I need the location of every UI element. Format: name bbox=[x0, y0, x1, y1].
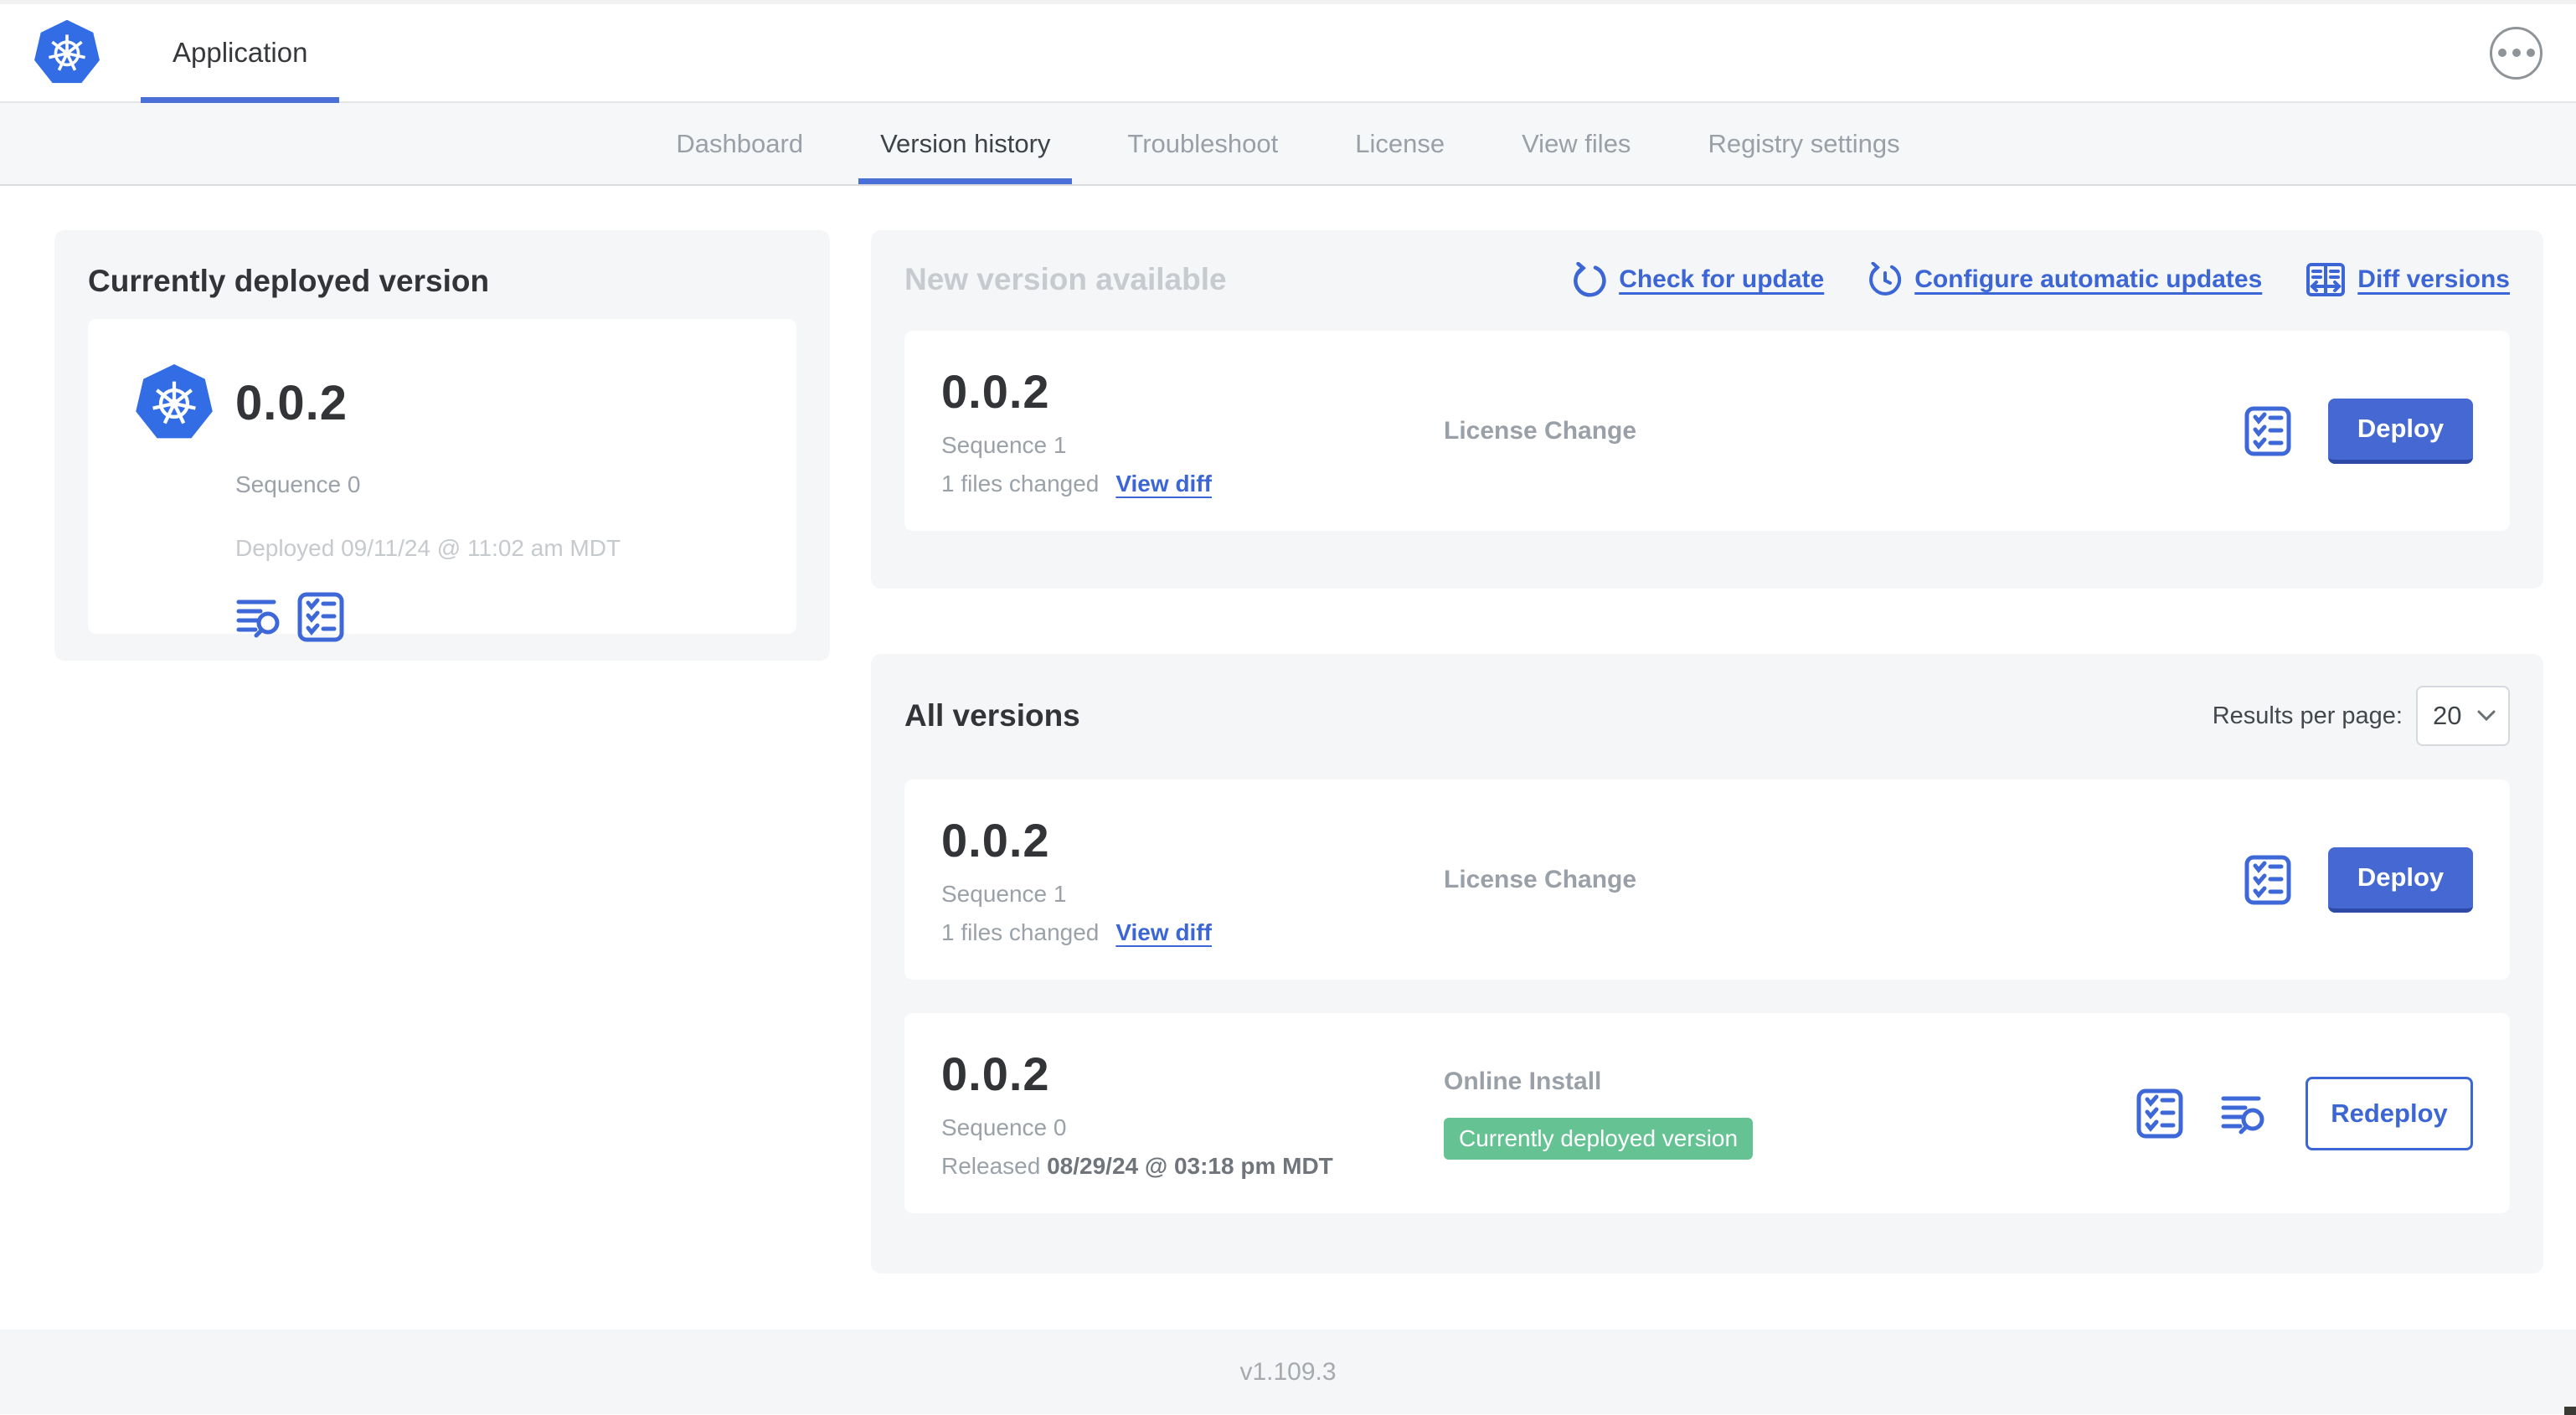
tab-license[interactable]: License bbox=[1316, 103, 1483, 184]
row-sequence: Sequence 1 bbox=[941, 881, 1067, 907]
console-version: v1.109.3 bbox=[1239, 1357, 1337, 1386]
scrollbar-corner bbox=[2564, 1407, 2576, 1415]
version-source-label: License Change bbox=[1444, 865, 1637, 893]
version-source-label: Online Install bbox=[1444, 1067, 1602, 1095]
currently-deployed-card: Currently deployed version 0.0.2 Sequenc… bbox=[54, 230, 830, 661]
version-source-label: License Change bbox=[1444, 416, 1637, 445]
currently-deployed-title: Currently deployed version bbox=[88, 264, 490, 298]
view-diff-link[interactable]: View diff bbox=[1115, 919, 1212, 946]
ellipsis-icon bbox=[2497, 49, 2506, 57]
deployed-timestamp: Deployed 09/11/24 @ 11:02 am MDT bbox=[235, 535, 621, 561]
diff-icon bbox=[2306, 263, 2346, 296]
redeploy-button[interactable]: Redeploy bbox=[2306, 1076, 2473, 1150]
row-version-number: 0.0.2 bbox=[941, 1047, 1050, 1100]
results-per-page-label: Results per page: bbox=[2212, 702, 2403, 729]
refresh-icon bbox=[1574, 262, 1606, 297]
currently-deployed-badge: Currently deployed version bbox=[1444, 1117, 1754, 1160]
deployed-sequence: Sequence 0 bbox=[235, 471, 361, 497]
tab-dashboard[interactable]: Dashboard bbox=[637, 103, 842, 184]
row-sequence: Sequence 0 bbox=[941, 1114, 1067, 1140]
diff-versions-link[interactable]: Diff versions bbox=[2306, 262, 2510, 297]
app-header: Application bbox=[0, 4, 2576, 103]
version-row-sequence-0: 0.0.2 Sequence 0 Released 08/29/24 @ 03:… bbox=[904, 1013, 2510, 1213]
configure-automatic-updates-link[interactable]: Configure automatic updates bbox=[1868, 262, 2262, 297]
new-version-row: 0.0.2 Sequence 1 1 files changed View di… bbox=[904, 331, 2510, 531]
kubernetes-app-icon bbox=[136, 363, 213, 439]
view-logs-icon[interactable] bbox=[2220, 1092, 2269, 1135]
tab-registry-settings[interactable]: Registry settings bbox=[1669, 103, 1938, 184]
version-row-sequence-1: 0.0.2 Sequence 1 1 files changed View di… bbox=[904, 780, 2510, 980]
chevron-down-icon bbox=[2477, 710, 2496, 722]
row-version-number: 0.0.2 bbox=[941, 814, 1050, 867]
deploy-button[interactable]: Deploy bbox=[2328, 846, 2473, 913]
files-changed-text: 1 files changed bbox=[941, 471, 1100, 497]
view-diff-link[interactable]: View diff bbox=[1115, 471, 1212, 497]
preflight-checks-icon[interactable] bbox=[297, 592, 344, 642]
new-version-card: New version available Check for update C… bbox=[871, 230, 2543, 589]
overflow-menu-button[interactable] bbox=[2490, 26, 2543, 80]
tab-bar: Dashboard Version history Troubleshoot L… bbox=[0, 103, 2576, 186]
currently-deployed-version-panel: 0.0.2 Sequence 0 Deployed 09/11/24 @ 11:… bbox=[88, 319, 796, 642]
row-sequence: Sequence 1 bbox=[941, 432, 1067, 458]
tab-view-files[interactable]: View files bbox=[1483, 103, 1669, 184]
view-logs-icon[interactable] bbox=[235, 595, 284, 639]
app-title: Application bbox=[173, 37, 308, 68]
tab-troubleshoot[interactable]: Troubleshoot bbox=[1089, 103, 1316, 184]
new-version-title: New version available bbox=[904, 262, 1227, 296]
deployed-version-number: 0.0.2 bbox=[235, 375, 348, 430]
app-tab-application[interactable]: Application bbox=[141, 4, 340, 103]
results-per-page-select[interactable]: 20 bbox=[2416, 686, 2510, 746]
preflight-checks-icon[interactable] bbox=[2136, 1088, 2183, 1139]
tab-version-history[interactable]: Version history bbox=[842, 103, 1089, 184]
deploy-button[interactable]: Deploy bbox=[2328, 398, 2473, 464]
preflight-checks-icon[interactable] bbox=[2244, 406, 2291, 456]
kubernetes-logo-icon bbox=[34, 19, 100, 84]
row-version-number: 0.0.2 bbox=[941, 365, 1050, 418]
main-content: Currently deployed version 0.0.2 Sequenc… bbox=[0, 186, 2576, 1330]
all-versions-title: All versions bbox=[904, 698, 1080, 733]
footer: v1.109.3 bbox=[0, 1330, 2576, 1414]
auto-update-clock-icon bbox=[1869, 262, 1902, 296]
check-for-update-link[interactable]: Check for update bbox=[1572, 262, 1824, 297]
all-versions-card: All versions Results per page: 20 0.0.2 … bbox=[871, 654, 2543, 1274]
preflight-checks-icon[interactable] bbox=[2244, 855, 2291, 905]
released-timestamp: Released 08/29/24 @ 03:18 pm MDT bbox=[941, 1153, 1333, 1179]
files-changed-text: 1 files changed bbox=[941, 919, 1100, 945]
